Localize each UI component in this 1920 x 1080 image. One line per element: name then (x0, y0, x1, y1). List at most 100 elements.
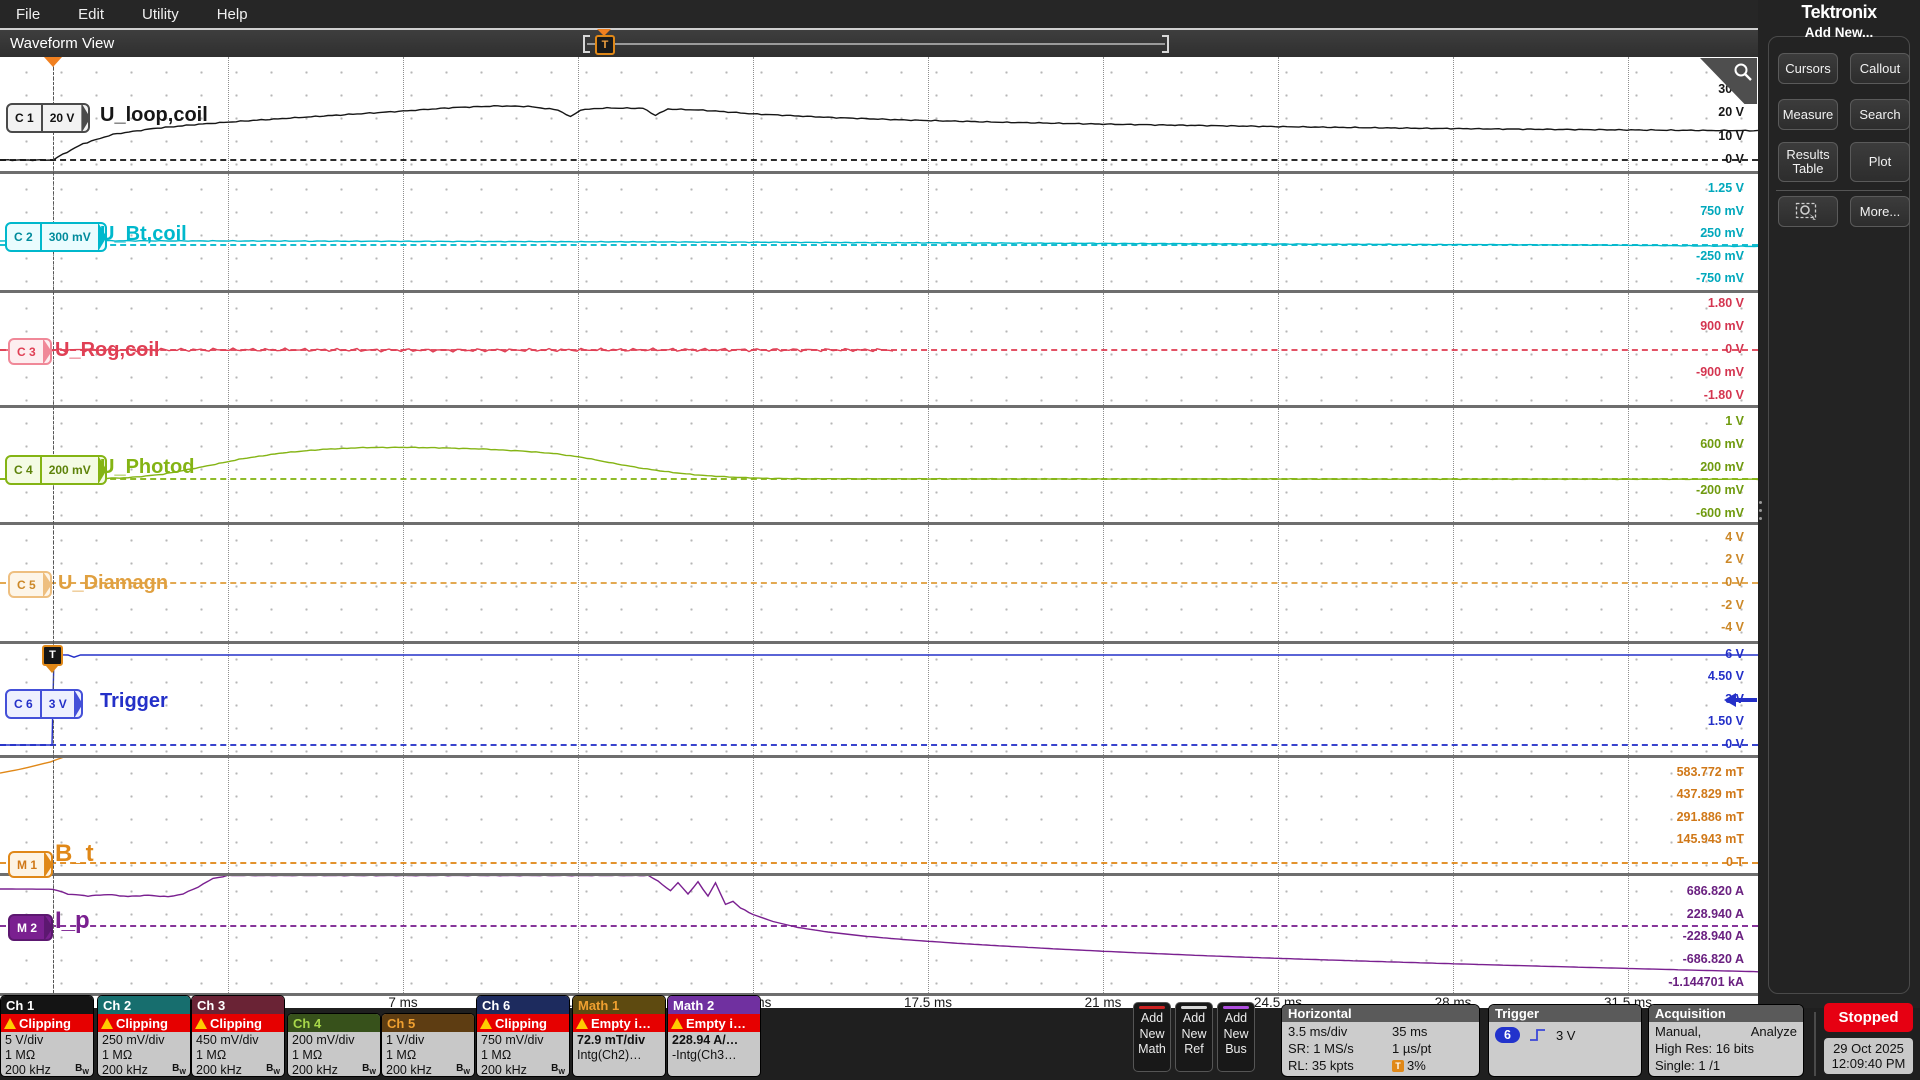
trace-label-ch4[interactable]: U_Photod (100, 456, 194, 479)
panel-drag-handle[interactable] (1759, 496, 1762, 525)
menu-utility[interactable]: Utility (142, 6, 179, 23)
horizontal-setting: SR: 1 MS/s (1288, 1041, 1392, 1056)
add-new-bus-button[interactable]: AddNewBus (1217, 1002, 1255, 1072)
trigger-panel[interactable]: Trigger 6 3 V (1489, 1005, 1641, 1076)
channel-settings-badge-ch4[interactable]: Ch 4200 mV/div1 MΩ200 kHzBW (288, 1014, 380, 1076)
bandwidth-limit-icon: BW (172, 1063, 186, 1076)
right-control-panel: Tektronix Add New... More... CursorsCall… (1758, 0, 1920, 1008)
channel-settings-badge-math2[interactable]: Math 2Empty i…228.94 A/…-Intg(Ch3… (668, 996, 760, 1076)
add-new-heading: Add New... (1758, 25, 1920, 40)
channel-badge-ch1[interactable]: C 120 V (6, 103, 90, 133)
trace-math2 (0, 876, 1758, 993)
trace-label-ch6[interactable]: Trigger (100, 690, 168, 713)
measure-button[interactable]: Measure (1778, 99, 1838, 130)
waveform-plot[interactable]: 686.820 A228.940 A-228.940 A-686.820 A-1… (0, 57, 1759, 1008)
channel-scale: 300 mV (40, 224, 98, 250)
cursors-button[interactable]: Cursors (1778, 53, 1838, 84)
channel-settings-badge-ch5[interactable]: Ch 51 V/div1 MΩ200 kHzBW (382, 1014, 474, 1076)
trigger-position-triangle-icon[interactable] (44, 57, 62, 67)
trace-label-math1[interactable]: B_t (55, 840, 94, 868)
channel-badge-math2[interactable]: M 2 (8, 914, 53, 941)
bandwidth-limit-icon: BW (266, 1063, 280, 1076)
alert-text: Clipping (210, 1016, 262, 1031)
record-view-bar[interactable]: T (587, 33, 1165, 55)
trigger-position-marker[interactable]: T (595, 31, 613, 57)
warning-icon (671, 1018, 683, 1029)
record-bar-right-bracket[interactable] (1162, 35, 1169, 53)
channel-id: M 2 (10, 916, 44, 939)
record-bar-left-bracket[interactable] (583, 35, 590, 53)
badge-channel-name: Ch 4 (288, 1014, 380, 1032)
badge-setting: 1 MΩ (102, 1048, 132, 1062)
channel-badge-ch3[interactable]: C 3 (8, 338, 52, 365)
channel-settings-badge-ch6[interactable]: Ch 6Clipping750 mV/div1 MΩ200 kHzBW (477, 996, 569, 1076)
time-tick-label: 17.5 ms (904, 995, 952, 1010)
trigger-level-marker[interactable]: T (42, 645, 63, 666)
channel-settings-badge-ch3[interactable]: Ch 3Clipping450 mV/div1 MΩ200 kHzBW (192, 996, 284, 1076)
badge-alert: Clipping (477, 1014, 569, 1032)
channel-badge-ch6[interactable]: C 63 V (5, 689, 83, 719)
horizontal-value: 3% (1407, 1058, 1426, 1073)
channel-id: C 5 (10, 573, 43, 596)
callout-button[interactable]: Callout (1850, 53, 1910, 84)
time-text: 12:09:40 PM (1832, 1056, 1906, 1071)
badge-setting: 228.94 A/… (672, 1033, 738, 1047)
add-new-math-button[interactable]: AddNewMath (1133, 1002, 1171, 1072)
channel-settings-badge-math1[interactable]: Math 1Empty i…72.9 mT/divIntg(Ch2)… (573, 996, 665, 1076)
scale-tick-ch5: 2 V (1568, 552, 1750, 566)
badge-setting: 1 MΩ (292, 1048, 322, 1062)
waveform-slice-math1: 583.772 mT437.829 mT291.886 mT145.943 mT… (0, 758, 1758, 873)
results-table-button[interactable]: Results Table (1778, 142, 1838, 182)
more-button[interactable]: More... (1850, 196, 1910, 227)
slice-divider (0, 755, 1758, 758)
add-new-ref-button[interactable]: AddNewRef (1175, 1002, 1213, 1072)
time-tick-label: 7 ms (388, 995, 417, 1010)
menu-file[interactable]: File (16, 6, 40, 23)
plot-button[interactable]: Plot (1850, 142, 1910, 182)
badge-channel-name: Ch 1 (1, 996, 93, 1014)
zoom-region-button[interactable] (1778, 196, 1838, 227)
badge-channel-name: Math 2 (668, 996, 760, 1014)
badge-channel-name: Ch 6 (477, 996, 569, 1014)
channel-badge-math1[interactable]: M 1 (8, 851, 53, 878)
badge-arrow-tip (43, 338, 52, 365)
channel-badge-ch4[interactable]: C 4200 mV (5, 455, 107, 485)
badge-setting: 200 kHz (196, 1063, 242, 1077)
search-button[interactable]: Search (1850, 99, 1910, 130)
badge-setting: 72.9 mT/div (577, 1033, 645, 1047)
time-tick-label: 21 ms (1085, 995, 1122, 1010)
panel-divider (1776, 190, 1902, 191)
waveform-slice-math2: 686.820 A228.940 A-228.940 A-686.820 A-1… (0, 876, 1758, 993)
trace-label-math2[interactable]: I_p (55, 907, 90, 935)
slice-divider (0, 873, 1758, 876)
trace-label-ch1[interactable]: U_loop,coil (100, 104, 208, 127)
slice-divider (0, 405, 1758, 408)
channel-id: C 3 (10, 340, 43, 363)
badge-setting: 1 MΩ (481, 1048, 511, 1062)
waveform-slice-ch3: 1.80 V900 mV0 V-900 mV-1.80 V (0, 293, 1758, 405)
waveform-slice-ch4: 1 V600 mV200 mV-200 mV-600 mV (0, 408, 1758, 522)
menu-bar: File Edit Utility Help (0, 0, 1758, 28)
horizontal-value: 1 µs/pt (1392, 1041, 1431, 1056)
run-stop-status-button[interactable]: Stopped (1824, 1003, 1913, 1032)
trace-label-ch3[interactable]: U_Rog,coil (55, 339, 159, 362)
trigger-level-arrow-icon[interactable] (1724, 693, 1758, 707)
channel-settings-badge-ch1[interactable]: Ch 1Clipping5 V/div1 MΩ200 kHzBW (1, 996, 93, 1076)
channel-settings-badge-ch2[interactable]: Ch 2Clipping250 mV/div1 MΩ200 kHzBW (98, 996, 190, 1076)
channel-id: C 1 (8, 105, 41, 131)
acquisition-setting: Single: 1 /1 (1655, 1058, 1720, 1073)
trace-label-ch2[interactable]: U_Bt,coil (100, 223, 187, 246)
record-bar-line (587, 43, 1165, 45)
trace-label-ch5[interactable]: U_Diamagn (58, 572, 168, 595)
trace-ch1 (0, 57, 1758, 171)
badge-setting: 1 MΩ (386, 1048, 416, 1062)
acquisition-panel[interactable]: Acquisition Manual,AnalyzeHigh Res: 16 b… (1649, 1005, 1803, 1076)
channel-badge-ch2[interactable]: C 2300 mV (5, 222, 107, 252)
alert-text: Empty i… (686, 1016, 746, 1031)
channel-badge-ch5[interactable]: C 5 (8, 571, 52, 598)
menu-edit[interactable]: Edit (78, 6, 104, 23)
button-stripe (1223, 1006, 1249, 1009)
badge-arrow-tip (43, 571, 52, 598)
menu-help[interactable]: Help (217, 6, 248, 23)
horizontal-panel[interactable]: Horizontal 3.5 ms/div35 msSR: 1 MS/s1 µs… (1282, 1005, 1479, 1076)
